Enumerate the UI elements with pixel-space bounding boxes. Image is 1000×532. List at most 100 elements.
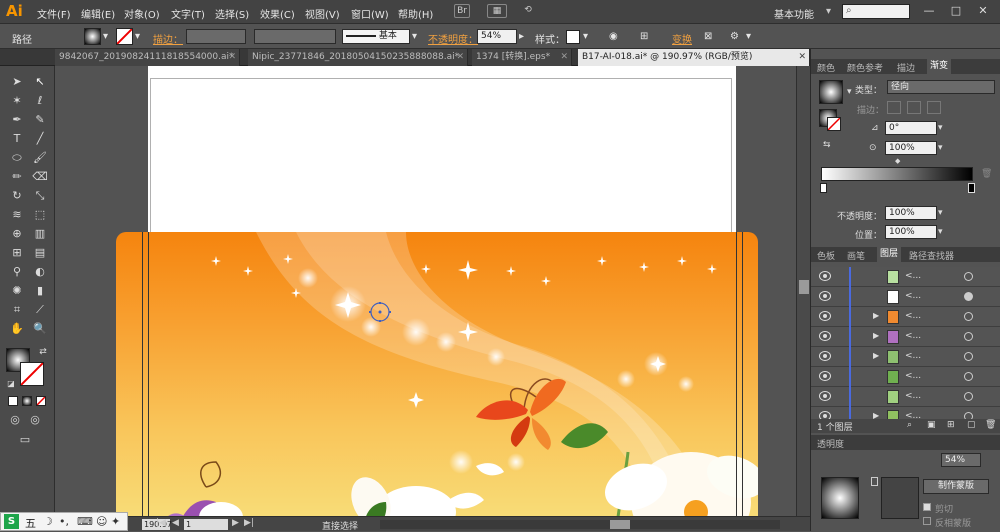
layer-name[interactable]: <... <box>905 291 921 301</box>
keyboard-icon[interactable]: ⌨ <box>77 515 93 528</box>
visibility-eye-icon[interactable] <box>819 391 831 401</box>
align-icon[interactable]: ⊞ <box>640 31 648 42</box>
panel-menu-icon[interactable]: ⚙ <box>730 31 739 42</box>
magic-wand-tool-icon[interactable]: ✶ <box>8 93 26 109</box>
fill-dropdown-icon[interactable]: ▾ <box>103 31 108 42</box>
perspective-grid-tool-icon[interactable]: ▥ <box>31 226 49 242</box>
graphic-style-swatch[interactable] <box>566 30 580 44</box>
type-tool-icon[interactable]: T <box>8 131 26 147</box>
make-mask-button[interactable]: 制作蒙版 <box>923 479 989 494</box>
menu-help[interactable]: 帮助(H) <box>398 6 433 21</box>
gradient-slider[interactable] <box>821 167 973 181</box>
opacity-label[interactable]: 不透明度： <box>428 31 478 46</box>
clip-checkbox[interactable] <box>923 503 931 511</box>
layer-name[interactable]: <... <box>905 371 921 381</box>
close-icon[interactable]: ✕ <box>560 49 568 66</box>
close-icon[interactable]: ✕ <box>228 49 236 66</box>
style-dropdown-icon[interactable]: ▾ <box>583 31 588 42</box>
pen-tool-icon[interactable]: ✒ <box>8 112 26 128</box>
layer-target-icon[interactable] <box>964 372 973 381</box>
artboard-number-field[interactable]: 1 <box>184 519 228 530</box>
visibility-eye-icon[interactable] <box>819 371 831 381</box>
layer-row[interactable]: <... <box>811 367 1000 387</box>
stroke-swatch[interactable] <box>116 28 133 45</box>
menu-object[interactable]: 对象(O) <box>124 6 160 21</box>
stop-location-dropdown-icon[interactable]: ▾ <box>938 227 943 237</box>
delete-layer-icon[interactable]: 🗑 <box>985 420 996 430</box>
bridge-icon[interactable]: Br <box>454 4 470 18</box>
visibility-eye-icon[interactable] <box>819 351 831 361</box>
layer-target-icon[interactable] <box>964 392 973 401</box>
ratio-dropdown-icon[interactable]: ▾ <box>938 143 943 153</box>
layer-target-icon[interactable] <box>964 332 973 341</box>
angle-dropdown-icon[interactable]: ▾ <box>938 123 943 133</box>
expand-triangle-icon[interactable]: ▶ <box>873 351 879 360</box>
curvature-tool-icon[interactable]: ✎ <box>31 112 49 128</box>
angle-field[interactable]: 0° <box>885 121 937 135</box>
close-button[interactable]: ✕ <box>974 4 992 18</box>
tab-document-3[interactable]: 1374 [转换].eps* ✕ <box>472 49 572 66</box>
stroke-label[interactable]: 描边： <box>153 31 183 46</box>
layer-target-icon[interactable] <box>964 312 973 321</box>
tab-transparency[interactable]: 透明度 <box>817 437 844 450</box>
shape-builder-tool-icon[interactable]: ⊕ <box>8 226 26 242</box>
blend-tool-icon[interactable]: ◐ <box>31 264 49 280</box>
stroke-apply-within-icon[interactable] <box>887 101 901 114</box>
layer-name[interactable]: <... <box>905 331 921 341</box>
page-next-icon[interactable]: ▶ <box>232 518 239 528</box>
stop-location-field[interactable]: 100% <box>885 225 937 239</box>
tab-swatches[interactable]: 色板 <box>817 249 835 262</box>
stop-opacity-dropdown-icon[interactable]: ▾ <box>938 208 943 218</box>
draw-inside-icon[interactable]: ◎ <box>26 412 44 428</box>
panel-menu-dropdown-icon[interactable]: ▾ <box>746 31 751 42</box>
close-icon[interactable]: ✕ <box>798 49 806 66</box>
zoom-tool-icon[interactable]: 🔍 <box>31 321 49 337</box>
tab-pathfinder[interactable]: 路径查找器 <box>909 249 954 262</box>
gradient-stop-white[interactable] <box>820 183 827 193</box>
layer-target-icon[interactable] <box>964 352 973 361</box>
layer-row[interactable]: ▶ <... <box>811 347 1000 367</box>
width-tool-icon[interactable]: ≋ <box>8 207 26 223</box>
transparency-opacity-field[interactable]: 54% <box>941 453 981 467</box>
arrange-documents-icon[interactable]: ▦ <box>487 4 507 18</box>
tab-color-guide[interactable]: 颜色参考 <box>847 61 883 74</box>
menu-effect[interactable]: 效果(C) <box>260 6 295 21</box>
tab-document-active[interactable]: B17-AI-018.ai* @ 190.97% (RGB/预览) ✕ <box>578 49 810 66</box>
tab-layers[interactable]: 图层 <box>877 247 902 262</box>
paintbrush-tool-icon[interactable]: 🖌 <box>31 150 49 166</box>
selection-tool-icon[interactable]: ➤ <box>8 74 26 90</box>
draw-mode-icon[interactable]: ◎ <box>6 412 24 428</box>
lasso-tool-icon[interactable]: ℓ <box>31 93 49 109</box>
visibility-eye-icon[interactable] <box>819 331 831 341</box>
person-icon[interactable]: ☺ <box>96 515 107 528</box>
link-mask-icon[interactable] <box>871 477 878 486</box>
layer-target-icon[interactable] <box>964 272 973 281</box>
gradient-preview[interactable] <box>819 80 843 104</box>
menu-type[interactable]: 文字(T) <box>171 6 205 21</box>
menu-edit[interactable]: 编辑(E) <box>81 6 115 21</box>
expand-triangle-icon[interactable]: ▶ <box>873 331 879 340</box>
scale-tool-icon[interactable]: ⤡ <box>31 188 49 204</box>
page-last-icon[interactable]: ▶| <box>244 518 254 528</box>
gradient-mode-icon[interactable] <box>22 396 32 406</box>
workspace-dropdown-icon[interactable]: ▾ <box>826 6 831 17</box>
layer-name[interactable]: <... <box>905 311 921 321</box>
stroke-dropdown-icon[interactable]: ▾ <box>135 31 140 42</box>
artboard-tool-icon[interactable]: ⌗ <box>8 302 26 318</box>
transform-link[interactable]: 变换 <box>672 31 692 46</box>
close-icon[interactable]: ✕ <box>456 49 464 66</box>
symbol-sprayer-tool-icon[interactable]: ✺ <box>8 283 26 299</box>
opacity-field[interactable]: 54% <box>477 29 517 44</box>
menu-select[interactable]: 选择(S) <box>215 6 249 21</box>
isolate-icon[interactable]: ⊠ <box>704 31 712 42</box>
tab-document-1[interactable]: 9842067_20190824111818554000.ai* ✕ <box>55 49 240 66</box>
ime-mode-label[interactable]: 五 <box>25 515 36 531</box>
gradient-type-select[interactable]: 径向 <box>887 80 995 94</box>
workspace-switcher[interactable]: 基本功能 <box>774 6 814 21</box>
minimize-button[interactable]: — <box>920 4 938 18</box>
line-tool-icon[interactable]: ╱ <box>31 131 49 147</box>
stroke-apply-across-icon[interactable] <box>927 101 941 114</box>
horizontal-scrollbar[interactable] <box>380 520 780 529</box>
ellipse-tool-icon[interactable]: ⬭ <box>8 150 26 166</box>
stroke-color-swatch[interactable] <box>20 362 44 386</box>
